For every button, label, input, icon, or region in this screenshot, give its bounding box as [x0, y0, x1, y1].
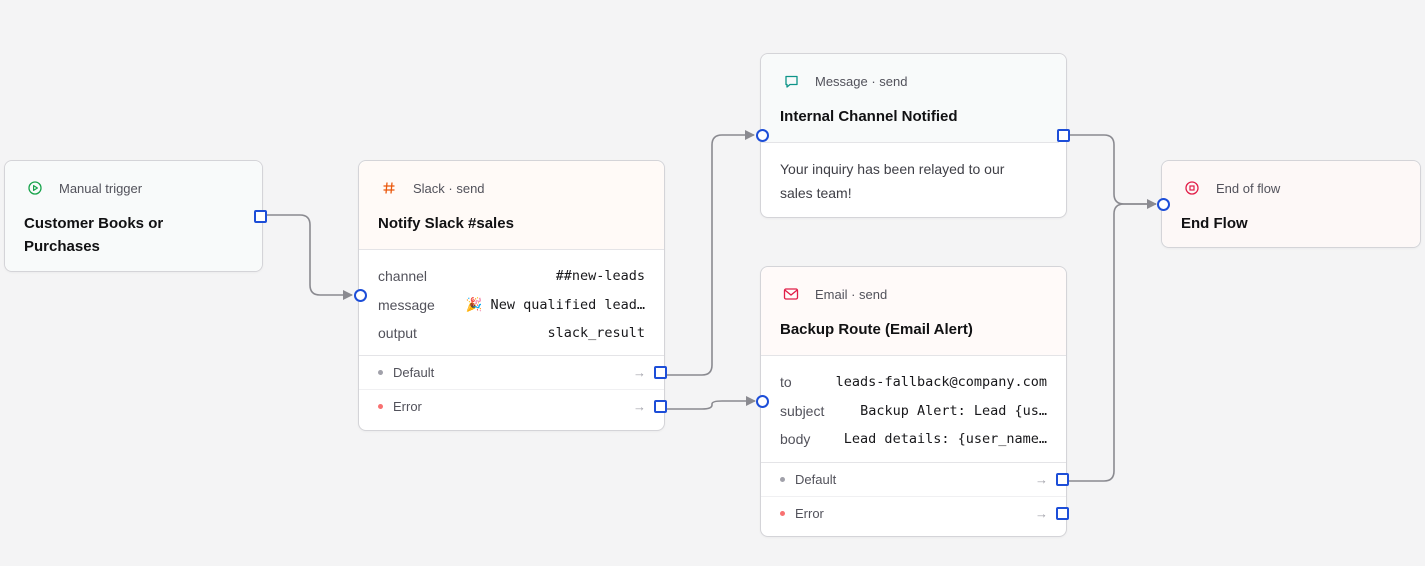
node-type-label: Slack · send	[413, 180, 485, 196]
stop-circle-icon	[1181, 177, 1203, 199]
node-title: Internal Channel Notified	[780, 108, 958, 125]
property-row: channel ##new-leads	[378, 262, 645, 291]
email-input-port[interactable]	[756, 395, 769, 408]
property-value: Lead details: {user_name…	[843, 431, 1047, 448]
property-value: leads-fallback@company.com	[835, 374, 1047, 391]
property-value: 🎉 New qualified lead…	[465, 296, 645, 313]
edge-email-default-to-end	[1069, 203, 1156, 482]
output-label: Error	[795, 506, 824, 521]
node-title: Notify Slack #sales	[378, 215, 514, 232]
output-label: Error	[393, 399, 422, 414]
node-properties: to leads-fallback@company.com subject Ba…	[761, 355, 1066, 462]
message-output-port[interactable]	[1057, 129, 1070, 142]
arrow-right-icon: →	[633, 365, 646, 380]
edge-trigger-to-slack	[265, 214, 353, 300]
node-properties: channel ##new-leads message 🎉 New qualif…	[359, 249, 664, 355]
end-input-port[interactable]	[1157, 198, 1170, 211]
property-key: message	[378, 296, 435, 313]
flow-edges	[265, 130, 1157, 482]
message-input-port[interactable]	[756, 129, 769, 142]
slack-error-output-port[interactable]	[654, 400, 667, 413]
flow-canvas[interactable]: Manual trigger Customer Books or Purchas…	[0, 0, 1425, 566]
output-label: Default	[795, 472, 837, 487]
node-slack-send[interactable]: Slack · send Notify Slack #sales channel…	[354, 160, 667, 431]
node-type-label: Manual trigger	[59, 180, 143, 196]
arrow-right-icon: →	[1035, 472, 1048, 487]
edge-slack-default-to-message	[667, 130, 755, 376]
output-label: Default	[393, 365, 435, 380]
property-key: to	[780, 374, 792, 391]
message-body: Your inquiry has been relayed to our sal…	[761, 142, 1059, 221]
output-default[interactable]: Default →	[359, 356, 667, 389]
slack-default-output-port[interactable]	[654, 366, 667, 379]
output-error[interactable]: Error →	[761, 496, 1069, 530]
node-title: Customer Books or Purchases	[24, 215, 164, 255]
output-default[interactable]: Default →	[761, 463, 1069, 496]
node-type-label: End of flow	[1216, 180, 1281, 196]
property-key: body	[780, 431, 811, 448]
property-key: output	[378, 325, 417, 342]
trigger-output-port[interactable]	[254, 210, 267, 223]
node-title: End Flow	[1181, 215, 1248, 232]
property-value: ##new-leads	[555, 268, 645, 285]
play-circle-icon	[24, 177, 46, 199]
node-manual-trigger[interactable]: Manual trigger Customer Books or Purchas…	[4, 160, 267, 272]
default-dot-icon	[378, 370, 383, 375]
mail-icon	[780, 283, 802, 305]
node-outputs: Default → Error →	[359, 355, 667, 423]
edge-message-to-end	[1069, 134, 1157, 209]
property-row: output slack_result	[378, 319, 645, 348]
property-row: subject Backup Alert: Lead {us…	[780, 397, 1047, 426]
property-key: subject	[780, 402, 825, 419]
error-dot-icon	[780, 511, 785, 516]
edge-slack-error-to-email	[667, 396, 756, 410]
node-type-label: Message · send	[815, 73, 908, 89]
node-message-send[interactable]: Message · send Internal Channel Notified…	[756, 53, 1070, 221]
error-dot-icon	[378, 404, 383, 409]
output-error[interactable]: Error →	[359, 389, 667, 423]
arrow-right-icon: →	[633, 399, 646, 414]
property-row: body Lead details: {user_name…	[780, 425, 1047, 454]
arrow-right-icon: →	[1035, 506, 1048, 521]
node-title: Backup Route (Email Alert)	[780, 321, 973, 338]
property-value: slack_result	[547, 325, 645, 342]
node-type-label: Email · send	[815, 286, 888, 302]
node-email-send[interactable]: Email · send Backup Route (Email Alert) …	[756, 266, 1069, 537]
default-dot-icon	[780, 477, 785, 482]
property-key: channel	[378, 268, 428, 285]
email-default-output-port[interactable]	[1056, 473, 1069, 486]
node-outputs: Default → Error →	[761, 462, 1069, 530]
slack-input-port[interactable]	[354, 289, 367, 302]
property-value: Backup Alert: Lead {us…	[860, 402, 1047, 419]
hash-icon	[378, 177, 400, 199]
message-square-icon	[780, 70, 802, 92]
property-row: message 🎉 New qualified lead…	[378, 291, 645, 320]
property-row: to leads-fallback@company.com	[780, 368, 1047, 397]
node-end-of-flow[interactable]: End of flow End Flow	[1157, 160, 1421, 248]
email-error-output-port[interactable]	[1056, 507, 1069, 520]
